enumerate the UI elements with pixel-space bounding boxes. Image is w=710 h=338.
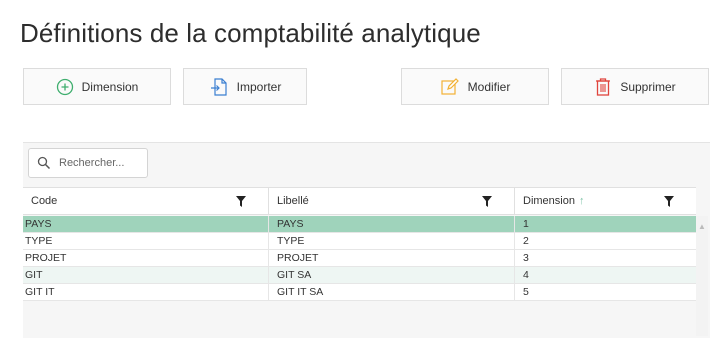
scroll-up-arrow-icon[interactable]: ▲ [698,222,706,231]
grid-body: PAYS PAYS 1 TYPE TYPE 2 PROJET PROJET 3 … [23,216,696,301]
cell-dimension: 3 [523,252,529,264]
table-row[interactable]: PROJET PROJET 3 [23,250,696,267]
vertical-scrollbar[interactable]: ▲ [696,216,708,336]
column-header-dimension[interactable]: Dimension ↑ [515,188,696,214]
cell-code: TYPE [23,233,269,249]
import-label: Importer [236,79,282,94]
add-dimension-label: Dimension [81,79,139,94]
edit-button[interactable]: Modifier [401,68,549,105]
column-header-label: Code [31,195,58,207]
import-button[interactable]: Importer [183,68,307,105]
plus-circle-icon [56,78,74,96]
cell-libelle: GIT IT SA [269,284,515,300]
column-header-code[interactable]: Code [23,188,269,214]
cell-dimension: 1 [523,218,529,230]
table-row[interactable]: GIT GIT SA 4 [23,267,696,284]
cell-dimension: 5 [523,286,529,298]
search-box[interactable] [28,148,148,178]
import-icon [209,77,229,97]
edit-icon [440,77,460,97]
cell-dimension: 4 [523,269,529,281]
grid-header: Code Libellé Dimension ↑ [23,187,696,215]
column-header-label: Dimension [523,195,575,207]
table-row[interactable]: GIT IT GIT IT SA 5 [23,284,696,301]
cell-libelle: TYPE [269,233,515,249]
cell-libelle: PROJET [269,250,515,266]
trash-icon [594,77,612,97]
search-icon [37,156,51,170]
filter-icon[interactable] [236,196,246,207]
cell-dimension: 2 [523,235,529,247]
search-input[interactable] [59,157,139,169]
edit-label: Modifier [467,79,511,94]
filter-icon[interactable] [482,196,492,207]
cell-code: PAYS [23,216,269,232]
cell-code: GIT [23,267,269,283]
delete-button[interactable]: Supprimer [561,68,709,105]
page-title: Définitions de la comptabilité analytiqu… [20,18,481,48]
sort-ascending-icon: ↑ [578,195,585,207]
cell-libelle: PAYS [269,216,515,232]
table-row[interactable]: TYPE TYPE 2 [23,233,696,250]
add-dimension-button[interactable]: Dimension [23,68,171,105]
column-header-label: Libellé [277,195,309,207]
cell-code: PROJET [23,250,269,266]
cell-code: GIT IT [23,284,269,300]
table-row[interactable]: PAYS PAYS 1 [23,216,696,233]
column-header-libelle[interactable]: Libellé [269,188,515,214]
delete-label: Supprimer [620,79,676,94]
filter-icon[interactable] [664,196,674,207]
cell-libelle: GIT SA [269,267,515,283]
